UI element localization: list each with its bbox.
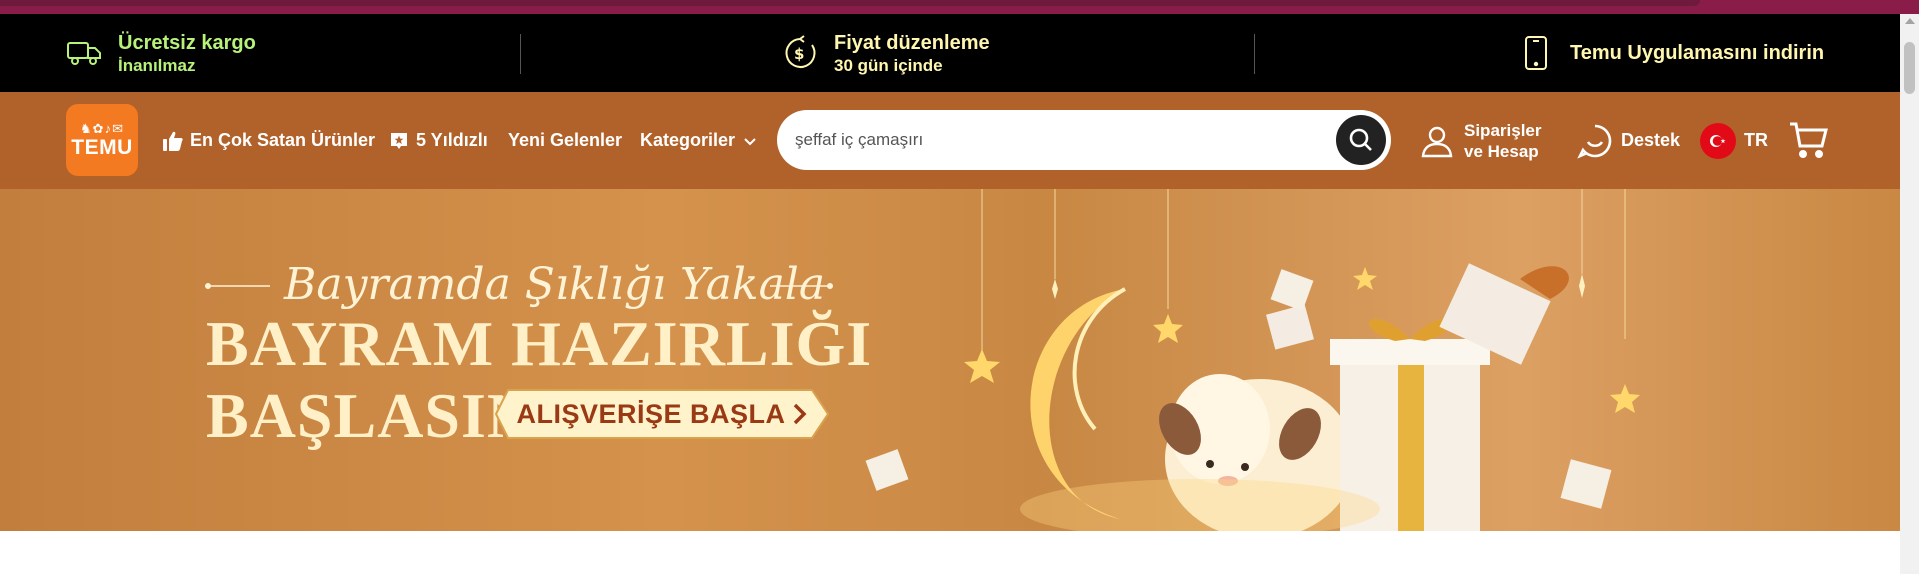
account-line2: ve Hesap [1464, 141, 1539, 161]
support-button[interactable]: Destek [1577, 92, 1680, 189]
app-download-title: Temu Uygulamasını indirin [1570, 42, 1825, 64]
browser-tab-strip [0, 0, 1919, 14]
free-shipping-subtitle: İnanılmaz [118, 55, 196, 75]
free-shipping-title: Ücretsiz kargo [118, 31, 256, 54]
search-icon [1349, 128, 1372, 151]
logo-glyphs: ♞✿♪✉ [80, 121, 124, 136]
cart-icon [1790, 122, 1828, 158]
promo-divider [520, 34, 521, 74]
scroll-thumb[interactable] [1904, 42, 1915, 94]
nav-best-sellers[interactable]: En Çok Satan Ürünler [162, 92, 375, 189]
banner-script-title: Bayramda Şıklığı Yakala [284, 259, 826, 310]
cart-button[interactable] [1786, 117, 1832, 163]
language-label: TR [1744, 130, 1768, 150]
shop-now-label: ALIŞVERİŞE BAŞLA [516, 398, 786, 429]
support-chat-icon [1577, 124, 1612, 159]
support-label: Destek [1621, 130, 1681, 150]
shop-now-button[interactable]: ALIŞVERİŞE BAŞLA [494, 388, 830, 440]
phone-icon [1518, 35, 1554, 71]
banner-headline-2: BAŞLASIN [206, 380, 535, 451]
nav-best-sellers-label: En Çok Satan Ürünler [190, 130, 376, 150]
price-adjust-promo[interactable]: $ Fiyat düzenleme 30 gün içinde [782, 14, 990, 92]
nav-new-arrivals-label: Yeni Gelenler [508, 130, 623, 150]
free-shipping-promo[interactable]: Ücretsiz kargo İnanılmaz [66, 14, 256, 92]
dollar-clock-icon: $ [782, 35, 818, 71]
page-scrollbar[interactable] [1900, 14, 1919, 574]
temu-logo[interactable]: ♞✿♪✉ TEMU [66, 104, 138, 176]
nav-categories-label: Kategoriler [640, 130, 736, 150]
app-download-promo[interactable]: Temu Uygulamasını indirin [1518, 14, 1824, 92]
main-header: ♞✿♪✉ TEMU En Çok Satan Ürünler 5 Yıldızl… [0, 92, 1900, 189]
chevron-down-icon [744, 137, 756, 145]
nav-new-arrivals[interactable]: Yeni Gelenler [508, 92, 622, 189]
logo-word: TEMU [71, 136, 133, 159]
thumbs-up-icon [163, 131, 183, 151]
promo-bar: Ücretsiz kargo İnanılmaz $ Fiyat düzenle… [0, 14, 1900, 92]
scroll-up-arrow-icon[interactable] [1905, 18, 1915, 24]
orders-account-button[interactable]: Siparişler ve Hesap [1420, 92, 1542, 189]
user-icon [1421, 126, 1453, 157]
language-selector[interactable]: TR [1700, 92, 1768, 189]
search-button[interactable] [1336, 115, 1386, 165]
promo-divider [1254, 34, 1255, 74]
chevron-right-icon [793, 403, 806, 425]
turkey-flag-icon [1700, 122, 1736, 159]
truck-icon [66, 35, 102, 71]
banner-headline-1: BAYRAM HAZIRLIĞI [206, 308, 873, 379]
nav-categories[interactable]: Kategoriler [640, 92, 765, 189]
nav-five-stars[interactable]: 5 Yıldızlı [388, 92, 488, 189]
nav-five-stars-label: 5 Yıldızlı [416, 130, 488, 150]
star-badge-icon [391, 132, 407, 149]
svg-text:$: $ [794, 45, 804, 63]
page: Ücretsiz kargo İnanılmaz $ Fiyat düzenle… [0, 0, 1919, 574]
price-adjust-title: Fiyat düzenleme [834, 31, 990, 54]
hero-banner[interactable]: Bayramda Şıklığı Yakala BAYRAM HAZIRLIĞI… [0, 189, 1900, 531]
account-line1: Siparişler [1464, 120, 1542, 140]
search-input[interactable] [795, 130, 1315, 150]
search-bar [777, 110, 1391, 170]
price-adjust-subtitle: 30 gün içinde [834, 55, 943, 75]
